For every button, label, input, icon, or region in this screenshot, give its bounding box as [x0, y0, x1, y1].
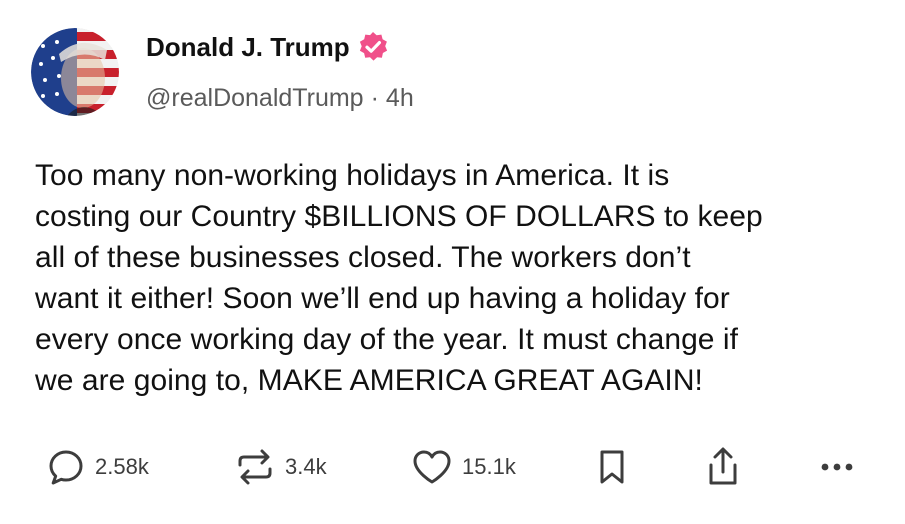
- reply-icon: [49, 450, 83, 485]
- reply-count: 2.58k: [95, 454, 149, 479]
- more-options-button[interactable]: [816, 445, 858, 489]
- verified-badge-icon: [356, 30, 390, 64]
- meta-separator: ·: [370, 84, 379, 112]
- post-timestamp[interactable]: 4h: [386, 84, 414, 112]
- like-count: 15.1k: [462, 454, 516, 479]
- action-bar: 2.58k 3.4k 15.1k: [0, 445, 905, 489]
- repost-button[interactable]: 3.4k: [234, 445, 327, 489]
- share-button[interactable]: [703, 445, 743, 489]
- post-text: Too many non-working holidays in America…: [35, 159, 763, 397]
- avatar[interactable]: [31, 28, 119, 116]
- author-handle[interactable]: @realDonaldTrump: [146, 84, 364, 112]
- avatar-image: [31, 28, 119, 116]
- post-meta: @realDonaldTrump · 4h: [146, 82, 414, 114]
- author-name[interactable]: Donald J. Trump: [146, 30, 350, 64]
- bookmark-button[interactable]: [595, 445, 629, 489]
- bookmark-icon: [600, 450, 624, 484]
- more-icon: [821, 463, 853, 471]
- like-button[interactable]: 15.1k: [411, 445, 516, 489]
- reply-button[interactable]: 2.58k: [46, 445, 149, 489]
- post-card: Donald J. Trump @realDonaldTrump · 4h Too …: [0, 0, 905, 524]
- author-name-row[interactable]: Donald J. Trump: [146, 30, 390, 64]
- repost-count: 3.4k: [285, 454, 327, 479]
- heart-icon: [413, 450, 451, 484]
- repost-icon: [238, 449, 272, 485]
- share-icon: [709, 447, 737, 485]
